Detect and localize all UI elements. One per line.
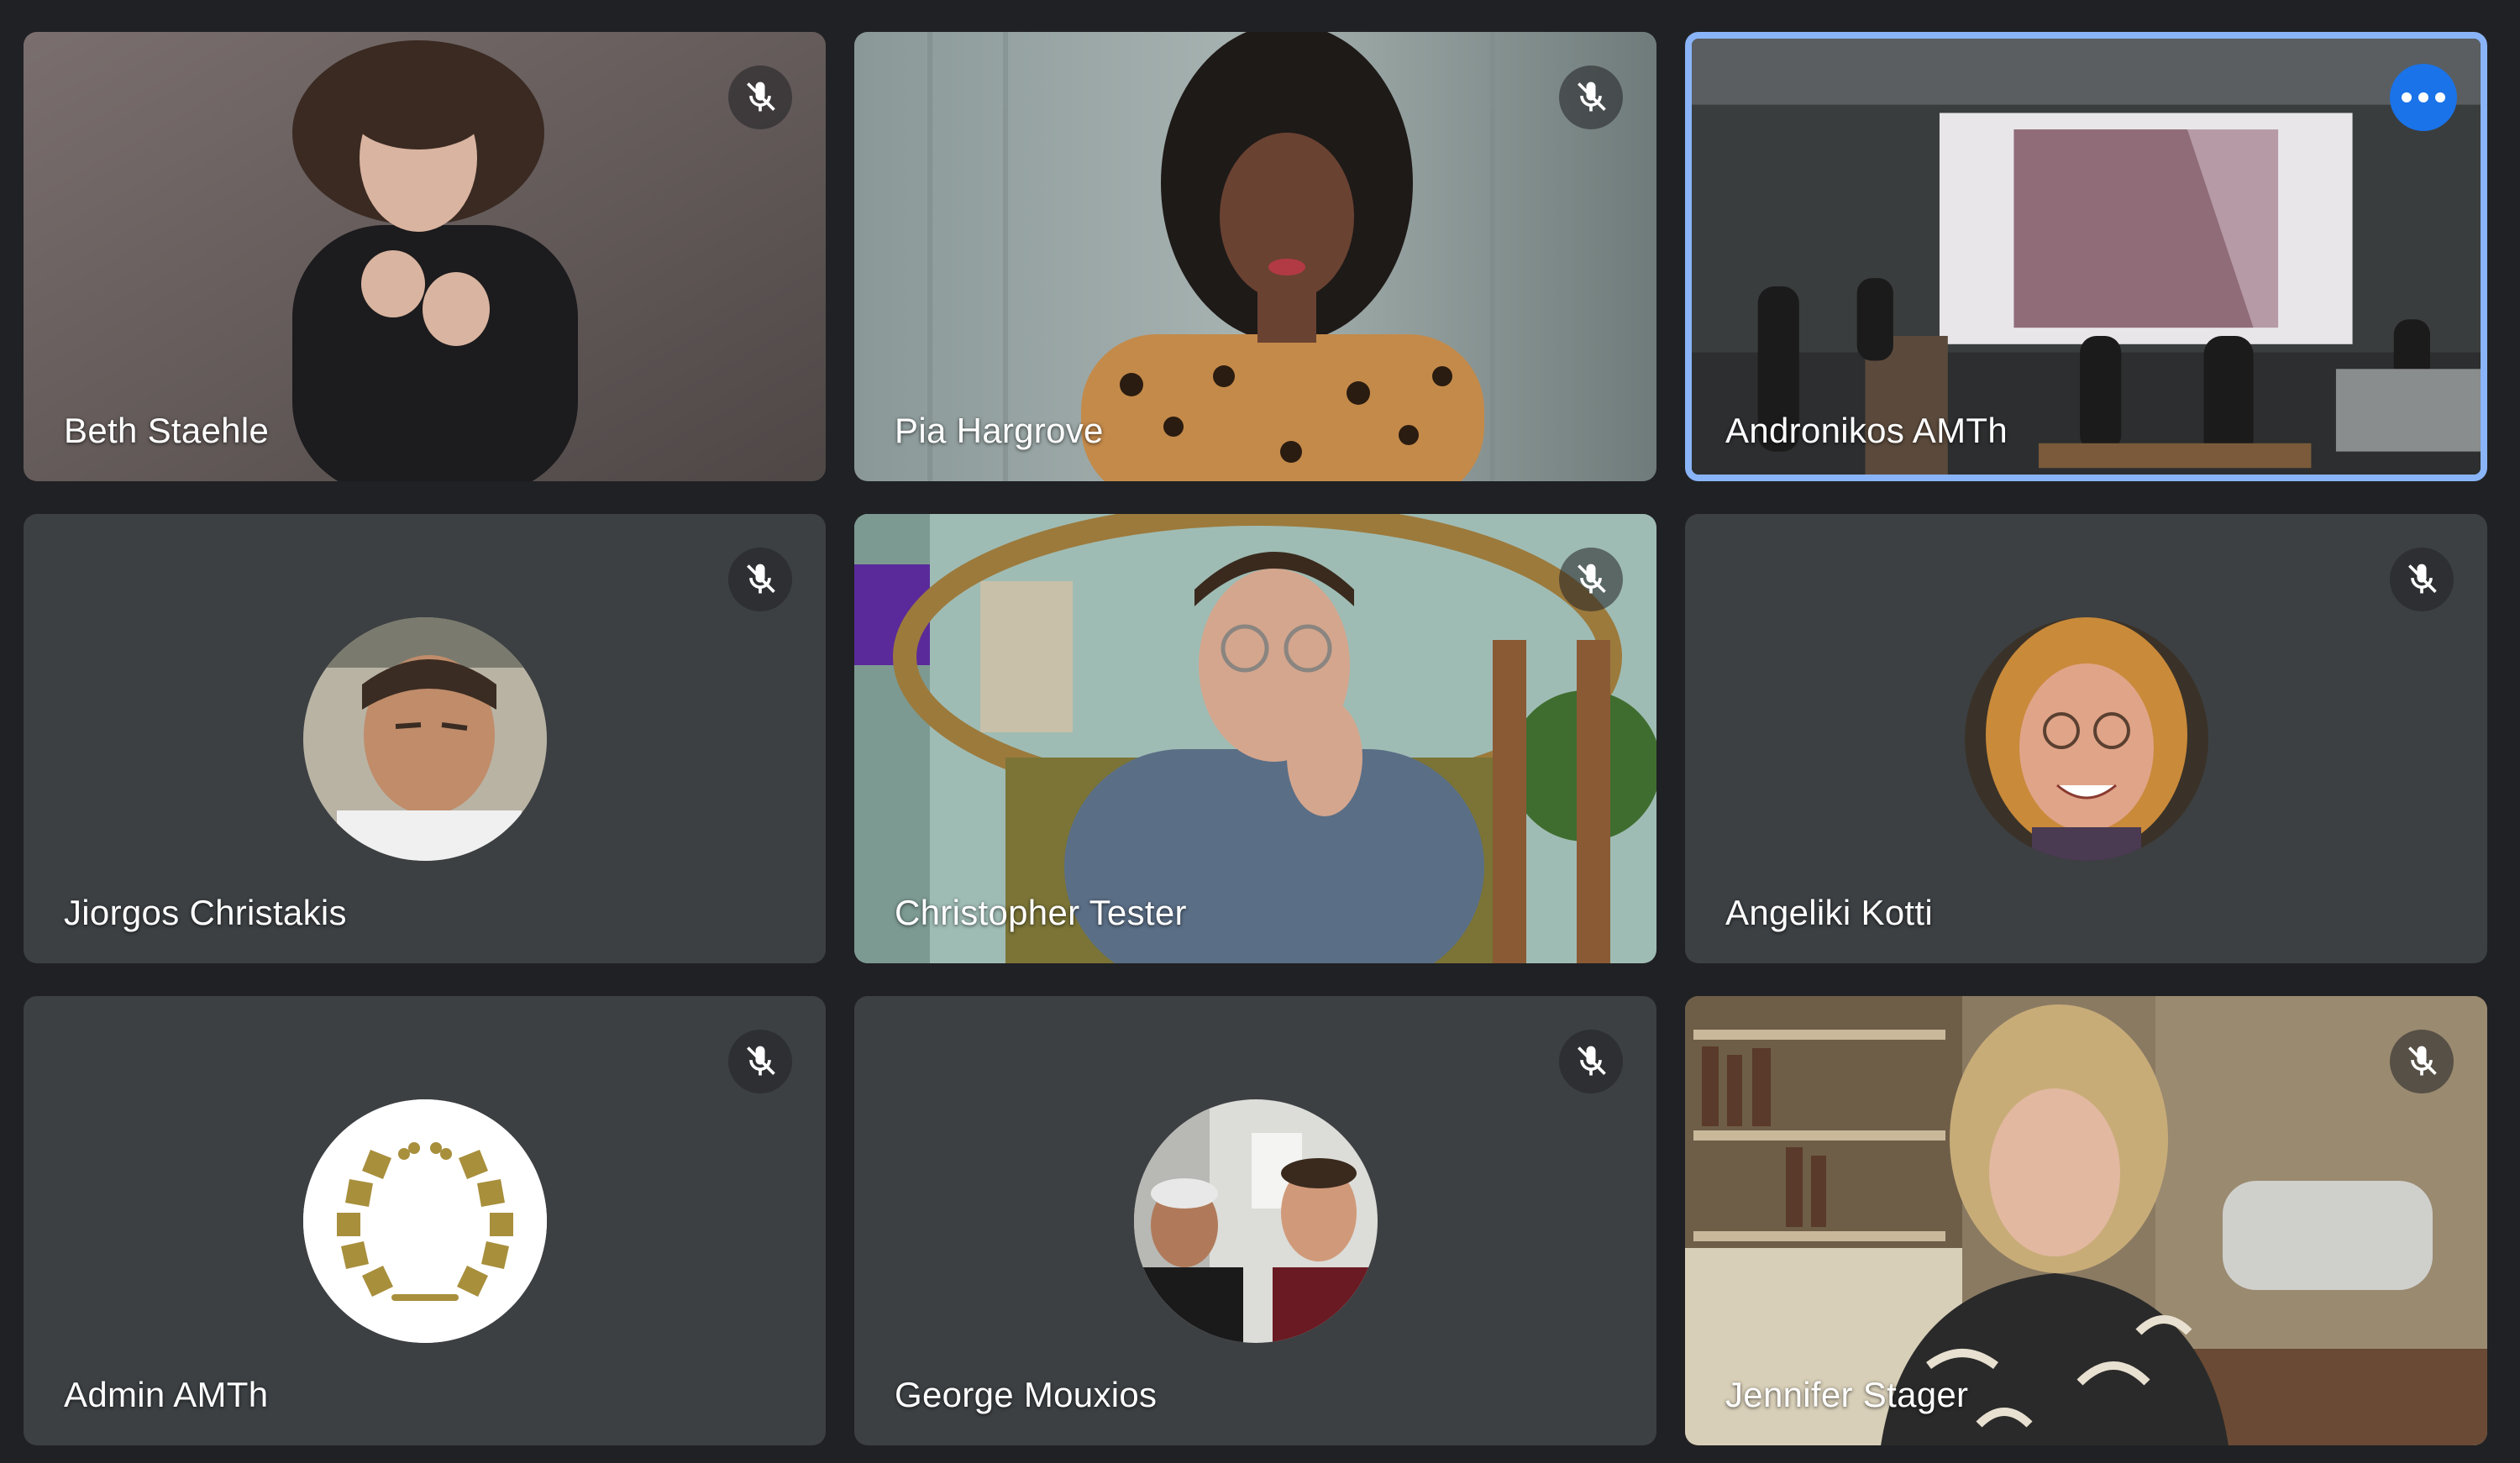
avatar [1133, 1099, 1378, 1343]
participant-name: Jennifer Stager [1725, 1375, 1969, 1414]
participant-name: Admin AMTh [64, 1375, 269, 1414]
participant-tile-pia-hargrove[interactable]: Pia Hargrove [854, 32, 1656, 481]
avatar [302, 1099, 547, 1343]
participant-tile-george-mouxios[interactable]: George Mouxios [854, 996, 1656, 1445]
participant-name: Pia Hargrove [895, 411, 1104, 450]
participant-name: Angeliki Kotti [1725, 893, 1933, 932]
laurel-wreath-icon [302, 1099, 547, 1343]
mic-off-icon [1559, 548, 1623, 611]
participant-tile-jiorgos-christakis[interactable]: Jiorgos Christakis [24, 514, 826, 963]
participant-tile-jennifer-stager[interactable]: Jennifer Stager [1685, 996, 2487, 1445]
mic-off-icon [728, 1030, 792, 1093]
participant-tile-beth-staehle[interactable]: Beth Staehle [24, 32, 826, 481]
mic-off-icon [1559, 1030, 1623, 1093]
participant-tile-christopher-tester[interactable]: Christopher Tester [854, 514, 1656, 963]
participant-tile-admin-amth[interactable]: Admin AMTh [24, 996, 826, 1445]
participant-name: Jiorgos Christakis [64, 893, 347, 932]
mic-off-icon [728, 548, 792, 611]
more-options-button[interactable] [2390, 64, 2457, 131]
avatar [1964, 616, 2208, 861]
participant-name: Beth Staehle [64, 411, 270, 450]
participant-name: Andronikos AMTh [1725, 411, 2008, 450]
participant-tile-andronikos-amth[interactable]: Andronikos AMTh [1685, 32, 2487, 481]
participant-name: Christopher Tester [895, 893, 1187, 932]
avatar [302, 616, 547, 861]
participant-tile-angeliki-kotti[interactable]: Angeliki Kotti [1685, 514, 2487, 963]
mic-off-icon [728, 66, 792, 129]
mic-off-icon [1559, 66, 1623, 129]
participant-name: George Mouxios [895, 1375, 1158, 1414]
more-options-icon [2402, 92, 2445, 102]
mic-off-icon [2390, 548, 2454, 611]
mic-off-icon [2390, 1030, 2454, 1093]
participant-grid: Beth Staehle Pia Hargrove Andronikos AMT… [0, 0, 2520, 1463]
